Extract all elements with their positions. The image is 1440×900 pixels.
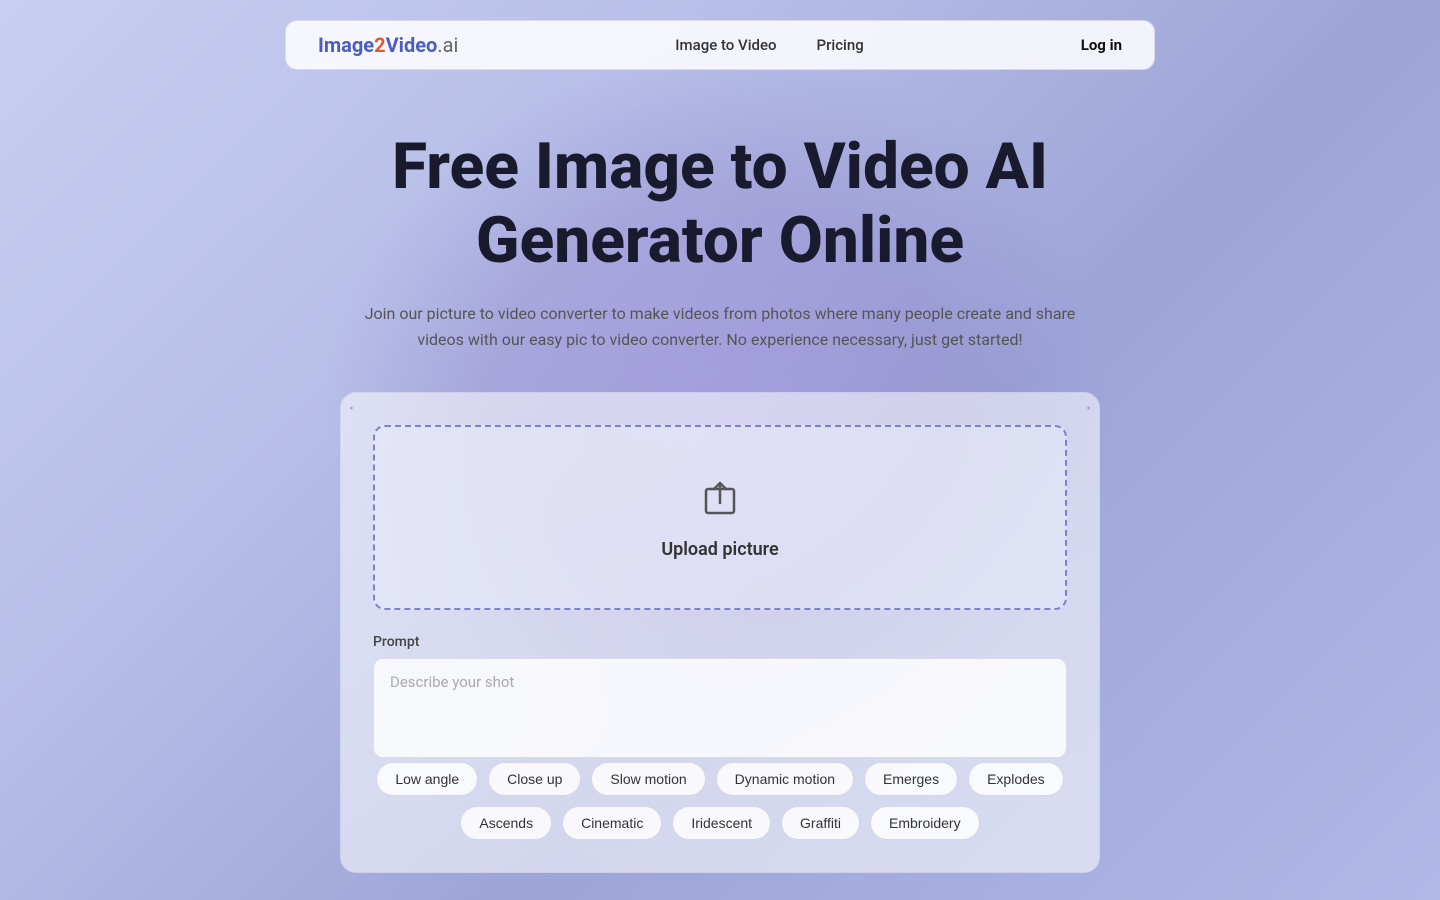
tag-close-up[interactable]: Close up (488, 762, 581, 796)
hero-section: Free Image to Video AI Generator Online … (320, 130, 1120, 352)
logo-ai-text: .ai (437, 33, 458, 57)
tag-explodes[interactable]: Explodes (968, 762, 1064, 796)
tag-embroidery[interactable]: Embroidery (870, 806, 980, 840)
nav-links: Image to Video Pricing (675, 36, 863, 54)
tag-iridescent[interactable]: Iridescent (672, 806, 771, 840)
prompt-label: Prompt (373, 634, 1067, 650)
logo-2-text: 2 (374, 33, 385, 57)
upload-label: Upload picture (661, 539, 778, 560)
nav-login-button[interactable]: Log in (1081, 36, 1122, 54)
tags-row-1: Low angle Close up Slow motion Dynamic m… (373, 762, 1067, 796)
hero-title: Free Image to Video AI Generator Online (320, 130, 1120, 277)
prompt-section: Prompt (373, 634, 1067, 762)
tag-ascends[interactable]: Ascends (460, 806, 552, 840)
logo-video-text: Video (386, 33, 438, 57)
logo[interactable]: Image2Video.ai (318, 33, 458, 57)
upload-icon (696, 475, 744, 523)
upload-zone[interactable]: Upload picture (373, 425, 1067, 610)
hero-subtitle: Join our picture to video converter to m… (350, 301, 1090, 352)
tag-graffiti[interactable]: Graffiti (781, 806, 860, 840)
tag-emerges[interactable]: Emerges (864, 762, 958, 796)
prompt-textarea[interactable] (373, 658, 1067, 758)
nav-image-to-video[interactable]: Image to Video (675, 36, 776, 54)
tag-slow-motion[interactable]: Slow motion (591, 762, 705, 796)
upload-card: Upload picture Prompt Low angle Close up… (340, 392, 1100, 873)
navbar: Image2Video.ai Image to Video Pricing Lo… (285, 20, 1155, 70)
nav-pricing[interactable]: Pricing (817, 36, 864, 54)
tag-cinematic[interactable]: Cinematic (562, 806, 662, 840)
page-wrapper: Image2Video.ai Image to Video Pricing Lo… (0, 0, 1440, 900)
tag-low-angle[interactable]: Low angle (376, 762, 478, 796)
logo-image-text: Image (318, 33, 374, 57)
tag-dynamic-motion[interactable]: Dynamic motion (716, 762, 854, 796)
tags-row-2: Ascends Cinematic Iridescent Graffiti Em… (373, 806, 1067, 840)
